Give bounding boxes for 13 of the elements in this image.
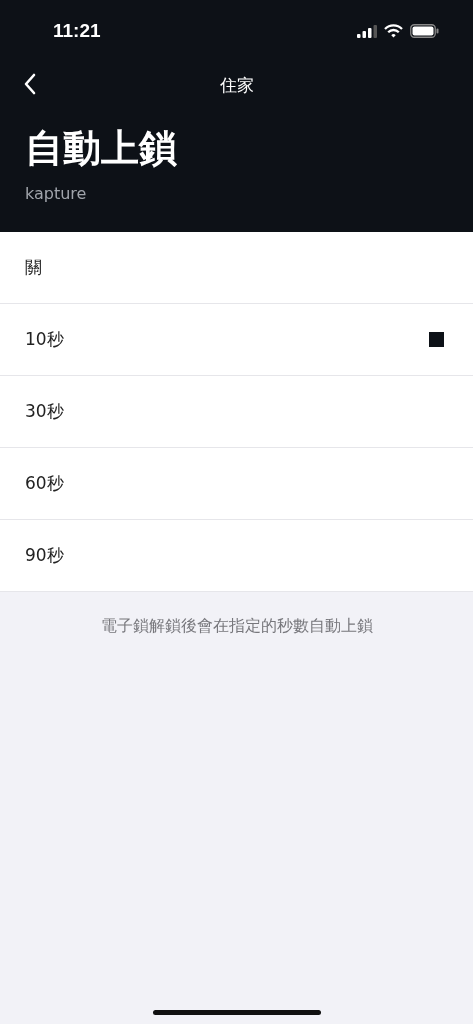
signal-icon bbox=[357, 24, 377, 38]
wifi-icon bbox=[384, 24, 403, 38]
status-time: 11:21 bbox=[53, 20, 101, 42]
page-subtitle: kapture bbox=[25, 183, 87, 203]
option-row[interactable]: 30秒 bbox=[0, 376, 473, 448]
footnote: 電子鎖解鎖後會在指定的秒數自動上鎖 bbox=[100, 616, 373, 637]
option-row[interactable]: 60秒 bbox=[0, 448, 473, 520]
option-row[interactable]: 關 bbox=[0, 232, 473, 304]
page-title: 自動上鎖 bbox=[25, 126, 177, 172]
option-row[interactable]: 10秒 bbox=[0, 304, 473, 376]
option-row[interactable]: 90秒 bbox=[0, 520, 473, 592]
battery-icon bbox=[410, 24, 439, 38]
nav-title: 住家 bbox=[219, 73, 254, 97]
